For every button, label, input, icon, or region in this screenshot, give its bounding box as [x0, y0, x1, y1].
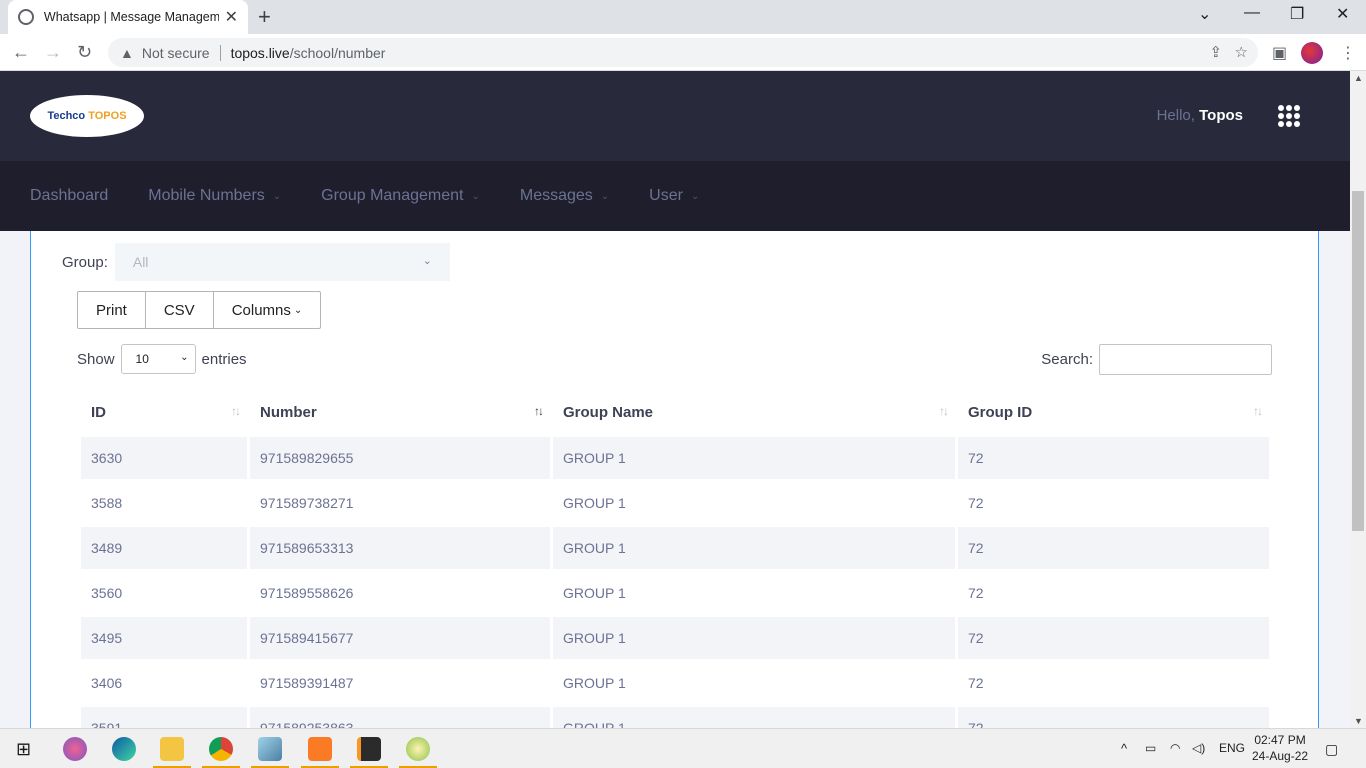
main-menu: Dashboard Mobile Numbers ⌄ Group Manageme…	[0, 161, 1350, 231]
table-row: 3560 971589558626 GROUP 1 72	[81, 572, 1269, 614]
table-search: Search:	[1041, 344, 1272, 375]
browser-tab-strip: Whatsapp | Message Management ✕ + ⌄ — ❐ …	[0, 0, 1366, 34]
sublime-text-icon[interactable]	[357, 737, 381, 761]
battery-icon[interactable]: ▭	[1145, 741, 1156, 755]
tab-search-icon[interactable]: ⌄	[1198, 4, 1211, 24]
app-header: Techco TOPOS Hello, Topos	[0, 71, 1350, 161]
paint-app-icon[interactable]	[63, 737, 87, 761]
more-menu-icon[interactable]: ⋮	[1340, 43, 1356, 63]
sort-icon: ↑↓	[1253, 404, 1263, 418]
col-header-number[interactable]: Number ↑↓	[250, 390, 550, 434]
chevron-down-icon: ⌄	[293, 304, 303, 316]
edge-icon[interactable]	[112, 737, 136, 761]
wifi-icon[interactable]: ◠	[1170, 741, 1180, 755]
menu-dashboard[interactable]: Dashboard	[30, 187, 108, 205]
sort-icon: ↑↓	[939, 404, 949, 418]
table-row: 3591 971589253863 GROUP 1 72	[81, 707, 1269, 728]
notifications-icon[interactable]: ▢	[1325, 741, 1338, 758]
system-clock[interactable]: 02:47 PM 24-Aug-22	[1252, 732, 1308, 764]
minimize-button[interactable]: —	[1244, 4, 1260, 22]
chevron-down-icon: ⌄	[272, 190, 282, 202]
page-scrollbar[interactable]: ▲ ▼	[1350, 71, 1366, 728]
tray-chevron-icon[interactable]: ^	[1121, 741, 1127, 756]
scroll-up-icon[interactable]: ▲	[1354, 73, 1363, 83]
menu-user[interactable]: User ⌄	[649, 187, 699, 205]
search-input[interactable]	[1099, 344, 1272, 375]
address-bar[interactable]: ▲ Not secure topos.live/school/number ⇪ …	[108, 38, 1258, 67]
page-viewport: Techco TOPOS Hello, Topos Dashboard Mobi…	[0, 71, 1350, 728]
os-taskbar: ⊞ ^ ▭ ◠ ◁) ENG 02:47 PM 24-Aug-22 ▢	[0, 728, 1366, 768]
table-row: 3406 971589391487 GROUP 1 72	[81, 662, 1269, 704]
table-row: 3588 971589738271 GROUP 1 72	[81, 482, 1269, 524]
restore-button[interactable]: ❐	[1290, 4, 1304, 24]
group-select[interactable]: All ⌄	[114, 243, 450, 281]
numbers-table: ID ↑↓ Number ↑↓ Group Name ↑↓ Group ID ↑↓ 36…	[78, 387, 1272, 728]
col-header-id[interactable]: ID ↑↓	[81, 390, 247, 434]
group-filter: Group: All ⌄	[62, 243, 450, 281]
share-star-icons[interactable]: ⇪ ☆	[1209, 43, 1248, 61]
notepad-app-icon[interactable]	[258, 737, 282, 761]
table-row: 3630 971589829655 GROUP 1 72	[81, 437, 1269, 479]
col-header-group-name[interactable]: Group Name ↑↓	[553, 390, 955, 434]
chevron-down-icon: ⌄	[180, 352, 189, 363]
numbers-card: Group: All ⌄ Print CSV Columns ⌄ Show 10 …	[30, 231, 1319, 728]
file-explorer-icon[interactable]	[160, 737, 184, 761]
sort-icon: ↑↓	[231, 404, 241, 418]
close-tab-icon[interactable]: ✕	[225, 7, 238, 27]
xampp-icon[interactable]	[308, 737, 332, 761]
columns-button[interactable]: Columns ⌄	[212, 291, 322, 329]
windows-start-icon[interactable]: ⊞	[16, 739, 31, 760]
csv-button[interactable]: CSV	[144, 291, 214, 329]
tab-title: Whatsapp | Message Management	[43, 10, 219, 24]
menu-mobile-numbers[interactable]: Mobile Numbers ⌄	[148, 187, 281, 205]
group-label: Group:	[62, 253, 108, 271]
globe-icon	[18, 9, 34, 25]
greeting: Hello, Topos	[1156, 107, 1243, 124]
apps-grid-icon[interactable]	[1278, 105, 1300, 127]
user-name: Topos	[1199, 107, 1243, 124]
chrome-icon[interactable]	[209, 737, 233, 761]
page-length-select[interactable]: 10 ⌄	[120, 344, 196, 374]
chevron-down-icon: ⌄	[471, 190, 480, 202]
forward-icon[interactable]: →	[44, 42, 62, 63]
browser-tab[interactable]: Whatsapp | Message Management ✕	[8, 0, 248, 34]
profile-avatar[interactable]	[1301, 42, 1323, 64]
logo[interactable]: Techco TOPOS	[30, 95, 144, 137]
warning-icon: ▲	[120, 44, 134, 61]
url-text: topos.live/school/number	[230, 44, 386, 61]
col-header-group-id[interactable]: Group ID ↑↓	[958, 390, 1269, 434]
table-row: 3489 971589653313 GROUP 1 72	[81, 527, 1269, 569]
paint-palette-icon[interactable]	[406, 737, 430, 761]
not-secure-label: Not secure	[141, 44, 210, 61]
back-icon[interactable]: ←	[12, 42, 30, 63]
volume-icon[interactable]: ◁)	[1192, 741, 1205, 755]
chevron-down-icon: ⌄	[422, 255, 432, 267]
scroll-down-icon[interactable]: ▼	[1354, 716, 1363, 726]
menu-group-management[interactable]: Group Management ⌄	[321, 187, 480, 205]
new-tab-button[interactable]: +	[258, 4, 271, 30]
export-buttons: Print CSV Columns ⌄	[77, 291, 322, 329]
side-panel-icon[interactable]: ▣	[1272, 43, 1287, 63]
scrollbar-thumb[interactable]	[1352, 191, 1364, 531]
chevron-down-icon: ⌄	[690, 190, 700, 202]
print-button[interactable]: Print	[77, 291, 146, 329]
reload-icon[interactable]: ↻	[77, 42, 92, 63]
table-row: 3495 971589415677 GROUP 1 72	[81, 617, 1269, 659]
page-length: Show 10 ⌄ entries	[77, 344, 247, 374]
language-indicator[interactable]: ENG	[1219, 741, 1245, 755]
browser-toolbar: ← → ↻ ▲ Not secure topos.live/school/num…	[0, 34, 1366, 71]
menu-messages[interactable]: Messages ⌄	[520, 187, 609, 205]
close-window-button[interactable]: ✕	[1336, 4, 1349, 24]
sort-desc-icon: ↑↓	[534, 404, 544, 418]
chevron-down-icon: ⌄	[600, 190, 610, 202]
